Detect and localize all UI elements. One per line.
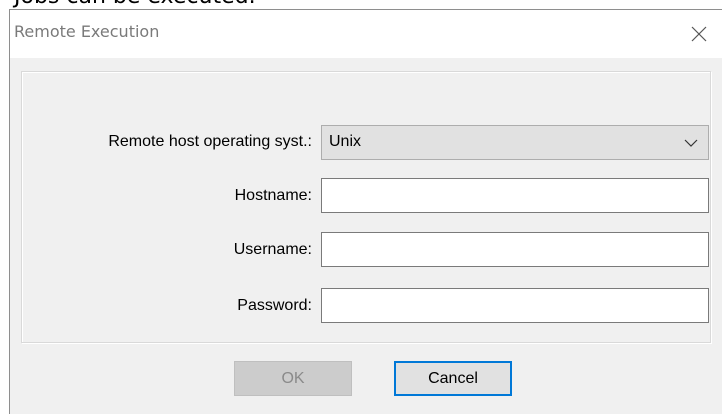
chevron-down-icon [684,139,698,147]
hostname-input[interactable] [321,178,709,213]
close-button[interactable] [676,10,722,58]
os-select-value: Unix [329,133,362,150]
settings-group: Remote host operating syst.: Unix Hostna… [21,71,711,343]
ok-button[interactable]: OK [234,361,352,396]
username-input[interactable] [321,232,709,267]
os-label: Remote host operating syst.: [108,133,312,150]
dialog-title: Remote Execution [14,22,160,41]
title-bar: Remote Execution [10,10,722,58]
username-label: Username: [233,241,312,258]
background-text: Jobs can be executed. [14,0,256,9]
cancel-button[interactable]: Cancel [394,361,512,396]
os-select[interactable]: Unix [321,125,709,160]
password-label: Password: [237,297,312,314]
remote-execution-dialog: Remote Execution Remote host operating s… [9,9,722,414]
password-input[interactable] [321,288,709,323]
hostname-label: Hostname: [234,187,312,204]
close-icon [691,26,707,42]
